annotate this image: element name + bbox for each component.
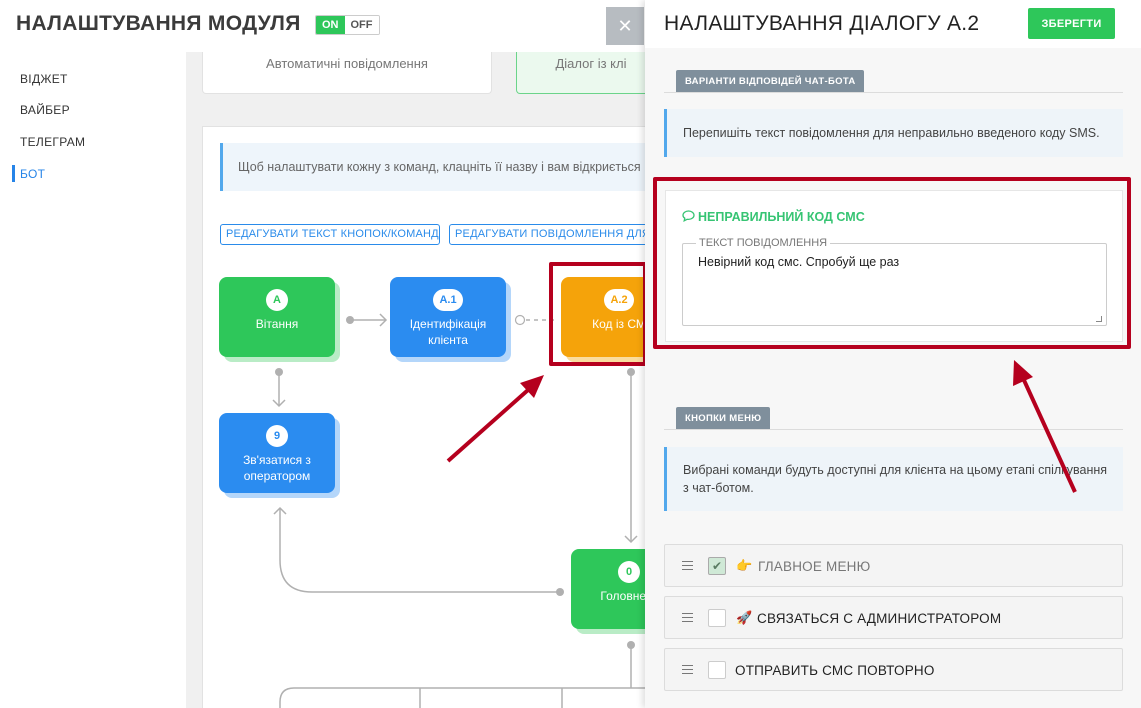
node-badge: A [266, 289, 288, 311]
section-tab-menu-buttons: КНОПКИ МЕНЮ [676, 407, 771, 429]
drawer-title: НАЛАШТУВАННЯ ДІАЛОГУ А.2 [664, 12, 980, 35]
close-icon[interactable]: ✕ [606, 7, 644, 45]
rocket-icon: 🚀 [736, 610, 753, 625]
menu-row-contact-admin[interactable]: 🚀 СВЯЗАТЬСЯ С АДМИНИСТРАТОРОМ [664, 596, 1123, 639]
menu-info: Вибрані команди будуть доступні для кліє… [664, 447, 1123, 511]
save-button[interactable]: ЗБЕРЕГТИ [1028, 8, 1115, 39]
dialog-settings-drawer: НАЛАШТУВАННЯ ДІАЛОГУ А.2 ЗБЕРЕГТИ ВАРІАН… [645, 0, 1141, 708]
menu-row-label: ГЛАВНОЕ МЕНЮ [758, 559, 871, 574]
node-badge: 0 [618, 561, 640, 583]
drag-handle-icon[interactable] [682, 561, 693, 570]
drag-handle-icon[interactable] [682, 613, 693, 622]
node-9-contact-operator[interactable]: 9 Зв'язатися з оператором [219, 413, 335, 493]
menu-row-main-menu[interactable]: ✔ 👉 ГЛАВНОЕ МЕНЮ [664, 544, 1123, 587]
node-badge: A.1 [433, 289, 463, 311]
checkbox-contact-admin[interactable] [708, 609, 726, 627]
divider [664, 92, 1123, 93]
drawer-header: НАЛАШТУВАННЯ ДІАЛОГУ А.2 ЗБЕРЕГТИ [645, 0, 1141, 48]
node-label: Ідентифікація клієнта [409, 317, 487, 347]
annotation-highlight-node [549, 262, 647, 366]
menu-row-label: СВЯЗАТЬСЯ С АДМИНИСТРАТОРОМ [757, 611, 1002, 626]
node-a-welcome[interactable]: A Вітання [219, 277, 335, 357]
divider [664, 429, 1123, 430]
node-label: Зв'язатися з оператором [243, 453, 311, 483]
checkbox-resend-sms[interactable] [708, 661, 726, 679]
section-tab-answers: ВАРІАНТИ ВІДПОВІДЕЙ ЧАТ-БОТА [676, 70, 865, 92]
pointing-hand-icon: 👉 [736, 558, 753, 573]
menu-row-resend-sms[interactable]: ОТПРАВИТЬ СМС ПОВТОРНО [664, 648, 1123, 691]
checkbox-main-menu[interactable]: ✔ [708, 557, 726, 575]
drag-handle-icon[interactable] [682, 665, 693, 674]
annotation-highlight-message [653, 177, 1131, 349]
menu-row-label: ОТПРАВИТЬ СМС ПОВТОРНО [735, 663, 935, 678]
node-badge: 9 [266, 425, 288, 447]
node-label: Вітання [255, 317, 299, 331]
node-a1-identification[interactable]: A.1 Ідентифікація клієнта [390, 277, 506, 357]
answers-info: Перепишіть текст повідомлення для неправ… [664, 109, 1123, 157]
